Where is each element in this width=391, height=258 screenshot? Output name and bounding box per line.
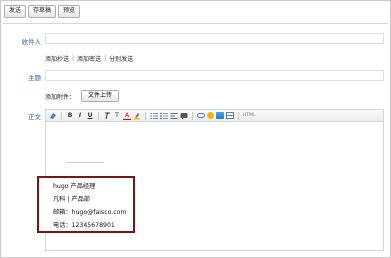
image-icon[interactable] bbox=[216, 112, 224, 119]
emoticon-icon[interactable] bbox=[207, 112, 214, 119]
attachment-row: 添加附件： 文件上传 bbox=[45, 90, 120, 102]
italic-icon[interactable]: I bbox=[76, 112, 84, 120]
separate-send-link[interactable]: 分别发送 bbox=[109, 54, 133, 63]
divider: | bbox=[72, 55, 75, 62]
align-icon[interactable] bbox=[170, 112, 178, 120]
signature-name-line: hugo 产品经理 bbox=[53, 183, 96, 190]
unordered-list-icon[interactable] bbox=[160, 112, 168, 120]
recipient-label: 收件人 bbox=[21, 38, 42, 46]
highlight-icon[interactable] bbox=[133, 112, 141, 120]
recipient-input[interactable] bbox=[45, 33, 384, 44]
table-icon[interactable] bbox=[226, 112, 234, 119]
compose-form: 收件人 添加抄送 | 添加密送 | 分别发送 主题 添加附件： 文件上传 正文 … bbox=[3, 25, 388, 255]
compose-window: 发送 存草稿 预览 收件人 添加抄送 | 添加密送 | 分别发送 主题 添加附件… bbox=[0, 0, 391, 258]
font-size-icon[interactable]: T bbox=[113, 112, 121, 120]
preview-button[interactable]: 预览 bbox=[58, 5, 81, 18]
send-button[interactable]: 发送 bbox=[4, 5, 27, 18]
toolbar-separator bbox=[145, 111, 146, 120]
toolbar-separator bbox=[192, 111, 193, 120]
ordered-list-icon[interactable] bbox=[150, 112, 158, 120]
top-toolbar: 发送 存草稿 预览 bbox=[4, 5, 81, 21]
add-cc-link[interactable]: 添加抄送 bbox=[45, 54, 69, 63]
toolbar-separator bbox=[61, 111, 62, 120]
signature-divider bbox=[66, 162, 104, 163]
divider: | bbox=[104, 55, 107, 62]
editor-toolbar: B I U T A HTML bbox=[46, 110, 383, 122]
signature-email-line: 邮箱：hugo@faisco.com bbox=[53, 209, 127, 216]
file-upload-button[interactable]: 文件上传 bbox=[81, 90, 120, 102]
eraser-icon[interactable] bbox=[49, 112, 57, 120]
save-draft-button[interactable]: 存草稿 bbox=[28, 5, 57, 18]
underline-icon[interactable]: U bbox=[86, 112, 94, 120]
font-family-icon[interactable] bbox=[103, 112, 111, 120]
attachment-label: 添加附件： bbox=[45, 93, 76, 101]
toolbar-separator bbox=[238, 111, 239, 120]
quote-icon[interactable] bbox=[180, 112, 188, 120]
toolbar-separator bbox=[98, 111, 99, 120]
font-color-icon[interactable]: A bbox=[123, 112, 131, 120]
toolbar-divider bbox=[3, 23, 388, 24]
link-icon[interactable] bbox=[197, 113, 205, 118]
html-source-icon[interactable]: HTML bbox=[243, 112, 256, 120]
subject-label: 主题 bbox=[28, 74, 41, 82]
add-bcc-link[interactable]: 添加密送 bbox=[77, 54, 101, 63]
signature-block: hugo 产品经理 凡科 | 产品部 邮箱：hugo@faisco.com 电话… bbox=[37, 176, 135, 233]
body-label: 正文 bbox=[28, 113, 41, 121]
signature-phone-line: 电话：12345678901 bbox=[53, 222, 115, 229]
recipient-options: 添加抄送 | 添加密送 | 分别发送 bbox=[45, 54, 133, 63]
bold-icon[interactable]: B bbox=[66, 112, 74, 120]
signature-company-line: 凡科 | 产品部 bbox=[53, 196, 90, 203]
subject-input[interactable] bbox=[45, 70, 384, 81]
